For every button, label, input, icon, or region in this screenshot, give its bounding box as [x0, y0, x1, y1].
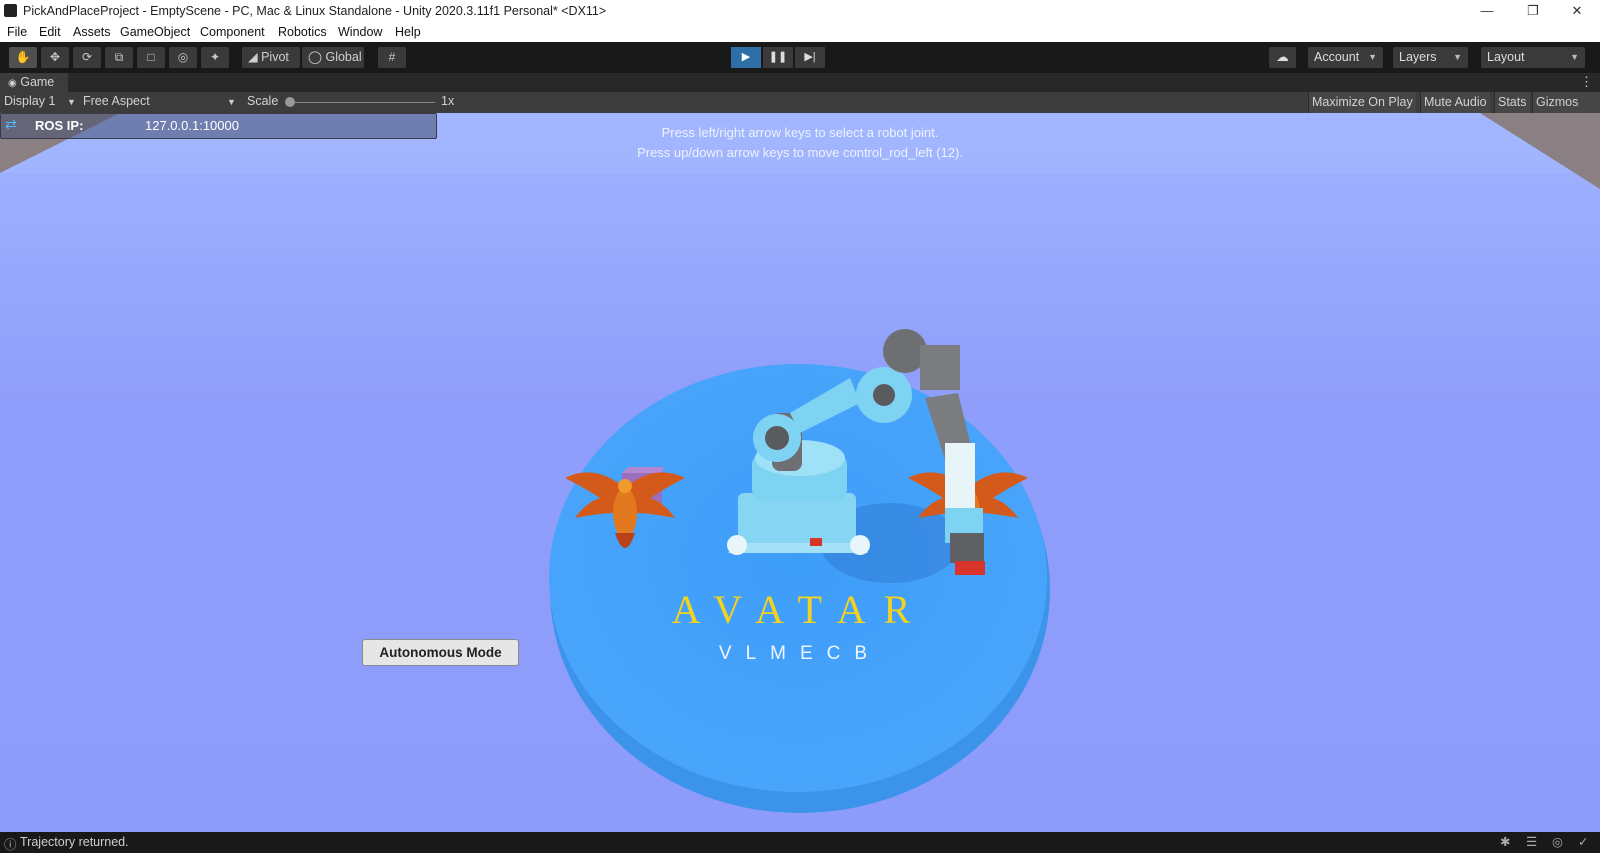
game-view-bar: Display 1 ▼ Free Aspect ▼ Scale 1x Maxim… — [0, 92, 1600, 113]
layout-label: Layout — [1487, 50, 1525, 64]
minimize-icon[interactable]: — — [1464, 0, 1510, 22]
table-subtitle-text: VLMECB — [719, 643, 881, 664]
menu-help[interactable]: Help — [395, 25, 421, 39]
window-title: PickAndPlaceProject - EmptyScene - PC, M… — [23, 4, 607, 18]
hand-tool-icon[interactable]: ✋ — [9, 47, 37, 68]
menu-component[interactable]: Component — [200, 25, 265, 39]
scale-tool-icon[interactable]: ⧉ — [105, 47, 133, 68]
unity-logo-icon — [4, 4, 17, 17]
status-message: Trajectory returned. — [20, 835, 129, 849]
layout-dropdown[interactable]: Layout ▼ — [1481, 47, 1585, 68]
global-label: Global — [325, 50, 362, 64]
gamepad-icon: ◉ — [8, 78, 17, 89]
menu-window[interactable]: Window — [338, 25, 382, 39]
status-bar: ⓘ Trajectory returned. ✱ ☰ ◎ ✓ — [0, 832, 1600, 852]
tab-game[interactable]: ◉ Game — [0, 73, 68, 92]
pivot-icon: ◢ — [248, 50, 262, 64]
move-tool-icon[interactable]: ✥ — [41, 47, 69, 68]
scene-render: AVATAR VLMECB — [0, 113, 1600, 813]
check-icon[interactable]: ✓ — [1578, 834, 1588, 849]
cloud-icon[interactable]: ☁ — [1269, 47, 1296, 68]
custom-tool-icon[interactable]: ✦ — [201, 47, 229, 68]
transform-tool-icon[interactable]: ◎ — [169, 47, 197, 68]
menu-assets[interactable]: Assets — [73, 25, 111, 39]
hint-line-2: Press up/down arrow keys to move control… — [637, 145, 963, 160]
scale-label: Scale — [247, 94, 279, 108]
purple-cube-top — [622, 467, 664, 473]
bug-icon[interactable]: ✱ — [1500, 834, 1510, 849]
menu-gameobject[interactable]: GameObject — [120, 25, 190, 39]
stats-toggle[interactable]: Stats — [1494, 92, 1530, 113]
tab-row: ◉ Game ⋮ — [0, 73, 1600, 92]
close-icon[interactable]: ✕ — [1554, 0, 1600, 22]
play-button[interactable]: ▶ — [731, 47, 761, 68]
info-icon: ⓘ — [4, 838, 17, 852]
layers-label: Layers — [1399, 50, 1437, 64]
display-dropdown[interactable]: Display 1 — [4, 94, 55, 108]
chevron-down-icon: ▼ — [1570, 52, 1579, 62]
global-toggle[interactable]: ◯ Global — [302, 47, 364, 68]
scale-value: 1x — [441, 94, 455, 108]
autonomous-mode-button[interactable]: Autonomous Mode — [362, 639, 519, 666]
tab-game-label: Game — [20, 75, 55, 89]
account-label: Account — [1314, 50, 1360, 64]
chevron-down-icon: ▼ — [227, 97, 236, 107]
chevron-down-icon: ▼ — [67, 97, 76, 107]
menu-file[interactable]: File — [7, 25, 27, 39]
scale-slider-track[interactable] — [290, 102, 435, 103]
layers-dropdown[interactable]: Layers ▼ — [1393, 47, 1468, 68]
menu-bar: File Edit Assets GameObject Component Ro… — [0, 22, 1600, 42]
account-dropdown[interactable]: Account ▼ — [1308, 47, 1383, 68]
globe-icon: ◯ — [308, 50, 326, 64]
scale-slider-handle[interactable] — [285, 97, 295, 107]
network-icon[interactable]: ◎ — [1552, 834, 1563, 849]
hint-line-1: Press left/right arrow keys to select a … — [661, 125, 939, 140]
rotate-tool-icon[interactable]: ⟳ — [73, 47, 101, 68]
aspect-dropdown[interactable]: Free Aspect — [83, 94, 150, 108]
pivot-label: Pivot — [261, 50, 289, 64]
grid-snap-icon[interactable]: # — [378, 47, 406, 68]
more-options-icon[interactable]: ⋮ — [1580, 74, 1593, 90]
chevron-down-icon: ▼ — [1368, 52, 1377, 62]
title-bar: PickAndPlaceProject - EmptyScene - PC, M… — [0, 0, 1600, 22]
table-title-text: AVATAR — [672, 587, 929, 632]
pivot-toggle[interactable]: ◢ Pivot — [242, 47, 300, 68]
chevron-down-icon: ▼ — [1453, 52, 1462, 62]
rect-tool-icon[interactable]: □ — [137, 47, 165, 68]
mute-audio-toggle[interactable]: Mute Audio — [1420, 92, 1490, 113]
database-icon[interactable]: ☰ — [1526, 834, 1537, 849]
maximize-on-play-toggle[interactable]: Maximize On Play — [1308, 92, 1416, 113]
game-viewport[interactable]: AVATAR VLMECB ⇄ ROS IP: 127.0.0.1:10000 … — [0, 113, 1600, 832]
menu-edit[interactable]: Edit — [39, 25, 61, 39]
restore-icon[interactable]: ❐ — [1510, 0, 1556, 22]
menu-robotics[interactable]: Robotics — [278, 25, 327, 39]
pause-button[interactable]: ❚❚ — [763, 47, 793, 68]
gizmos-dropdown[interactable]: Gizmos — [1532, 92, 1600, 113]
main-toolbar: ✋ ✥ ⟳ ⧉ □ ◎ ✦ ◢ Pivot ◯ Global # ▶ ❚❚ ▶|… — [0, 42, 1600, 73]
step-button[interactable]: ▶| — [795, 47, 825, 68]
